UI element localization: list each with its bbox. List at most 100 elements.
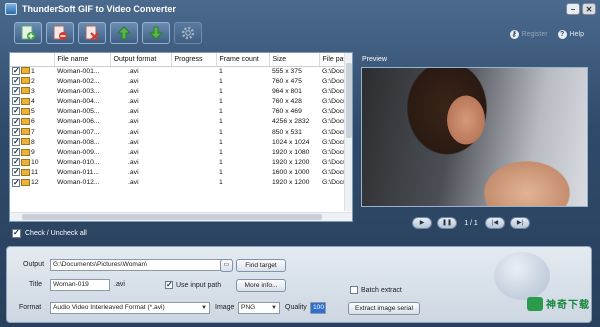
column-header-file-path[interactable]: File pat xyxy=(319,53,347,67)
column-header-output-format[interactable]: Output format xyxy=(110,53,172,67)
output-format-cell: .avi xyxy=(128,77,139,85)
row-check-cell[interactable]: 7 xyxy=(10,127,54,137)
size-cell: 4256 x 2832 xyxy=(272,118,310,126)
row-check-cell[interactable]: 4 xyxy=(10,97,54,107)
row-checkbox[interactable] xyxy=(12,97,20,106)
output-format-cell: .avi xyxy=(128,128,139,136)
row-number: 7 xyxy=(31,128,35,136)
file-list[interactable]: File name Output format Progress Frame c… xyxy=(9,52,353,222)
convert-button[interactable] xyxy=(494,252,550,300)
row-checkbox[interactable] xyxy=(12,117,20,127)
table-row[interactable]: 8 Woman-008... .avi 1 1024 x 1024 G:\Docu xyxy=(10,138,346,148)
format-select[interactable]: Audio Video Interleaved Format (*.avi) ▼ xyxy=(50,302,210,314)
column-header-checkbox[interactable] xyxy=(10,53,55,67)
list-horizontal-scrollbar[interactable] xyxy=(10,212,352,221)
output-format-cell: .avi xyxy=(128,97,139,105)
row-check-cell[interactable]: 9 xyxy=(10,148,54,158)
check-all-toggle[interactable]: Check / Uncheck all xyxy=(12,228,87,238)
extract-image-serial-button[interactable]: Extract image serial xyxy=(348,302,420,315)
use-input-path-checkbox[interactable] xyxy=(165,280,173,289)
row-checkbox[interactable] xyxy=(12,178,20,188)
row-checkbox[interactable] xyxy=(12,138,20,147)
last-frame-button[interactable]: ▶| xyxy=(510,217,530,229)
find-target-button[interactable]: Find target xyxy=(236,259,286,272)
table-row[interactable]: 9 Woman-009... .avi 1 1920 x 1080 G:\Docu xyxy=(10,148,346,158)
image-format-value: PNG xyxy=(241,304,256,311)
add-files-button[interactable] xyxy=(14,22,42,44)
column-header-progress[interactable]: Progress xyxy=(171,53,217,67)
row-check-cell[interactable]: 3 xyxy=(10,87,54,97)
move-down-button[interactable] xyxy=(142,22,170,44)
row-check-cell[interactable]: 1 xyxy=(10,66,54,77)
table-row[interactable]: 11 Woman-011... .avi 1 1600 x 1000 G:\Docu xyxy=(10,168,346,178)
check-all-checkbox[interactable] xyxy=(12,228,21,238)
row-checkbox[interactable] xyxy=(12,107,20,116)
row-checkbox[interactable] xyxy=(12,148,20,157)
first-frame-button[interactable]: |◀ xyxy=(485,217,505,229)
file-name-cell: Woman-010... xyxy=(57,159,100,167)
column-header-file-name[interactable]: File name xyxy=(54,53,111,67)
output-format-cell: .avi xyxy=(128,138,139,146)
scroll-thumb[interactable] xyxy=(346,63,352,138)
window-title: ThunderSoft GIF to Video Converter xyxy=(22,4,176,14)
table-row[interactable]: 1 Woman-001... .avi 1 555 x 375 G:\Docu xyxy=(10,66,346,77)
row-check-cell[interactable]: 8 xyxy=(10,138,54,148)
scroll-thumb[interactable] xyxy=(22,214,322,220)
progress-cell xyxy=(171,66,216,77)
row-check-cell[interactable]: 5 xyxy=(10,107,54,117)
arrow-down-icon xyxy=(148,26,164,40)
close-button[interactable]: ✕ xyxy=(582,3,596,15)
image-format-select[interactable]: PNG ▼ xyxy=(238,302,280,314)
pause-button[interactable]: ❚❚ xyxy=(437,217,457,229)
list-vertical-scrollbar[interactable] xyxy=(344,53,352,211)
file-path-cell: G:\Docu xyxy=(322,179,346,187)
table-row[interactable]: 12 Woman-012... .avi 1 1920 x 1200 G:\Docu xyxy=(10,178,346,188)
help-link[interactable]: ? Help xyxy=(557,30,584,39)
row-check-cell[interactable]: 2 xyxy=(10,77,54,87)
table-row[interactable]: 3 Woman-003... .avi 1 964 x 801 G:\Docu xyxy=(10,87,346,97)
row-check-cell[interactable]: 10 xyxy=(10,158,54,168)
column-header-frame-count[interactable]: Frame count xyxy=(216,53,270,67)
use-input-path-option[interactable]: Use input path xyxy=(165,280,221,289)
row-checkbox[interactable] xyxy=(12,77,20,86)
gif-file-icon xyxy=(21,138,30,146)
check-all-label: Check / Uncheck all xyxy=(25,230,87,237)
clear-list-button[interactable] xyxy=(78,22,106,44)
row-checkbox[interactable] xyxy=(12,168,20,177)
table-row[interactable]: 5 Woman-005... .avi 1 760 x 469 G:\Docu xyxy=(10,107,346,117)
quality-field[interactable]: 100 xyxy=(310,302,326,314)
row-check-cell[interactable]: 11 xyxy=(10,168,54,178)
batch-extract-checkbox[interactable] xyxy=(350,286,358,294)
more-info-button[interactable]: More info... xyxy=(236,279,286,292)
size-cell: 555 x 375 xyxy=(272,67,302,75)
file-path-cell: G:\Docu xyxy=(322,108,346,116)
title-field[interactable]: Woman-019 xyxy=(50,279,110,291)
browse-folder-button[interactable]: ▭ xyxy=(220,259,233,272)
table-row[interactable]: 10 Woman-010... .avi 1 1920 x 1200 G:\Docu xyxy=(10,158,346,168)
row-checkbox[interactable] xyxy=(12,127,20,137)
chevron-down-icon: ▼ xyxy=(201,305,207,311)
row-check-cell[interactable]: 6 xyxy=(10,117,54,127)
minimize-button[interactable]: – xyxy=(566,3,580,15)
file-table: File name Output format Progress Frame c… xyxy=(10,53,347,189)
batch-extract-option[interactable]: Batch extract xyxy=(350,286,402,294)
settings-button[interactable] xyxy=(174,22,202,44)
register-link[interactable]: ⚷ Register xyxy=(509,30,548,39)
row-checkbox[interactable] xyxy=(12,158,20,167)
table-row[interactable]: 4 Woman-004... .avi 1 760 x 428 G:\Docu xyxy=(10,97,346,107)
table-row[interactable]: 7 Woman-007... .avi 1 850 x 531 G:\Docu xyxy=(10,127,346,137)
move-up-button[interactable] xyxy=(110,22,138,44)
table-header: File name Output format Progress Frame c… xyxy=(10,53,347,67)
row-check-cell[interactable]: 12 xyxy=(10,178,54,188)
file-path-cell: G:\Docu xyxy=(322,169,346,177)
remove-file-button[interactable] xyxy=(46,22,74,44)
row-checkbox[interactable] xyxy=(12,66,20,76)
column-header-size[interactable]: Size xyxy=(269,53,320,67)
play-button[interactable]: ▶ xyxy=(412,217,432,229)
table-row[interactable]: 2 Woman-002... .avi 1 760 x 475 G:\Docu xyxy=(10,77,346,87)
file-name-cell: Woman-011... xyxy=(57,169,100,177)
row-checkbox[interactable] xyxy=(12,87,20,96)
output-path-field[interactable]: G:\Documents\Pictures\Woman\ xyxy=(50,259,232,271)
table-row[interactable]: 6 Woman-006... .avi 1 4256 x 2832 G:\Docu xyxy=(10,117,346,127)
gif-file-icon xyxy=(21,67,30,75)
